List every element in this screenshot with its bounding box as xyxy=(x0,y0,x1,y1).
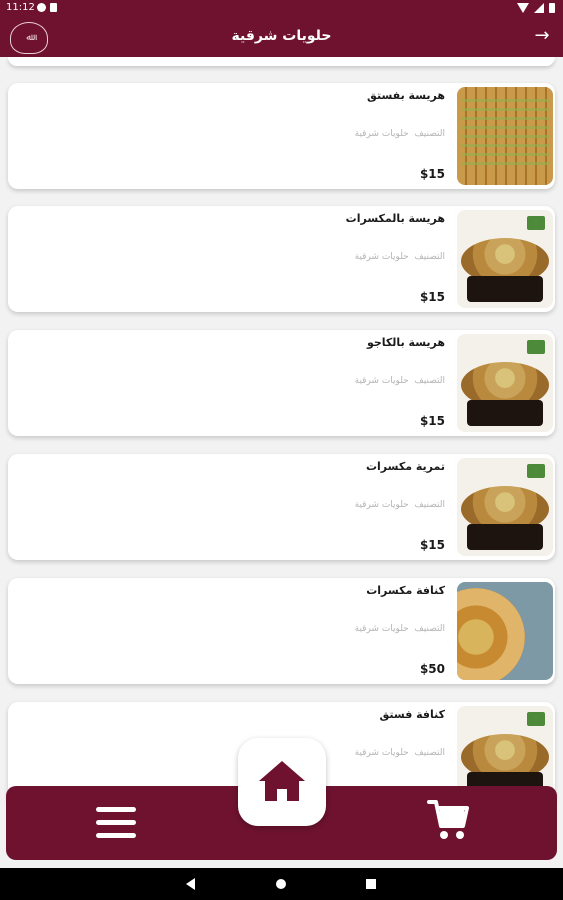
category-value: حلويات شرقية xyxy=(354,500,409,510)
product-image xyxy=(457,582,553,680)
product-image xyxy=(457,334,553,432)
nav-home-icon[interactable] xyxy=(276,879,286,889)
product-name: هريسة بالمكسرات xyxy=(345,212,445,225)
status-time: 11:12 xyxy=(6,2,35,13)
product-category: التصنيف حلويات شرقية xyxy=(355,500,445,510)
status-bar: 11:12 xyxy=(0,0,563,17)
category-label: التصنيف xyxy=(414,748,445,758)
product-card[interactable]: هريسة بالكاجو التصنيف حلويات شرقية $15 xyxy=(8,330,555,436)
page-title: حلويات شرقية xyxy=(231,28,332,44)
nav-recents-icon[interactable] xyxy=(366,879,376,889)
category-label: التصنيف xyxy=(414,500,445,510)
home-icon xyxy=(259,761,305,801)
previous-card-edge xyxy=(8,57,555,66)
product-name: كنافة فستق xyxy=(379,708,445,721)
product-card[interactable]: هريسة بفستق التصنيف حلويات شرقية $15 xyxy=(8,83,555,189)
notification-icon xyxy=(37,3,46,12)
product-image xyxy=(457,210,553,308)
product-card[interactable]: هريسة بالمكسرات التصنيف حلويات شرقية $15 xyxy=(8,206,555,312)
signal-icon xyxy=(534,3,544,13)
battery-icon xyxy=(549,3,555,13)
product-price: $15 xyxy=(419,167,445,181)
system-nav-bar xyxy=(0,868,563,900)
product-image xyxy=(457,87,553,185)
product-category: التصنيف حلويات شرقية xyxy=(355,748,445,758)
nav-back-icon[interactable] xyxy=(186,878,195,890)
category-label: التصنيف xyxy=(414,376,445,386)
product-category: التصنيف حلويات شرقية xyxy=(355,252,445,262)
product-name: تمرية مكسرات xyxy=(365,460,445,473)
product-card[interactable]: تمرية مكسرات التصنيف حلويات شرقية $15 xyxy=(8,454,555,560)
product-category: التصنيف حلويات شرقية xyxy=(355,129,445,139)
product-name: هريسة بفستق xyxy=(367,89,445,102)
product-name: كنافة مكسرات xyxy=(366,584,445,597)
category-value: حلويات شرقية xyxy=(354,376,409,386)
product-image xyxy=(457,458,553,556)
menu-icon[interactable] xyxy=(96,805,136,839)
category-value: حلويات شرقية xyxy=(354,129,409,139)
product-price: $50 xyxy=(419,662,445,676)
back-arrow-icon[interactable]: → xyxy=(531,25,553,47)
product-category: التصنيف حلويات شرقية xyxy=(355,624,445,634)
product-category: التصنيف حلويات شرقية xyxy=(355,376,445,386)
product-price: $15 xyxy=(419,290,445,304)
product-price: $15 xyxy=(419,414,445,428)
category-value: حلويات شرقية xyxy=(354,624,409,634)
category-value: حلويات شرقية xyxy=(354,252,409,262)
sim-icon xyxy=(50,3,57,12)
category-label: التصنيف xyxy=(414,252,445,262)
cart-icon[interactable] xyxy=(427,798,469,842)
product-card[interactable]: كنافة مكسرات التصنيف حلويات شرقية $50 xyxy=(8,578,555,684)
app-bar: ﷲ حلويات شرقية → xyxy=(0,17,563,57)
wifi-icon xyxy=(517,3,529,13)
category-value: حلويات شرقية xyxy=(354,748,409,758)
category-label: التصنيف xyxy=(414,129,445,139)
product-name: هريسة بالكاجو xyxy=(366,336,445,349)
category-label: التصنيف xyxy=(414,624,445,634)
product-price: $15 xyxy=(419,538,445,552)
home-button[interactable] xyxy=(238,738,326,826)
